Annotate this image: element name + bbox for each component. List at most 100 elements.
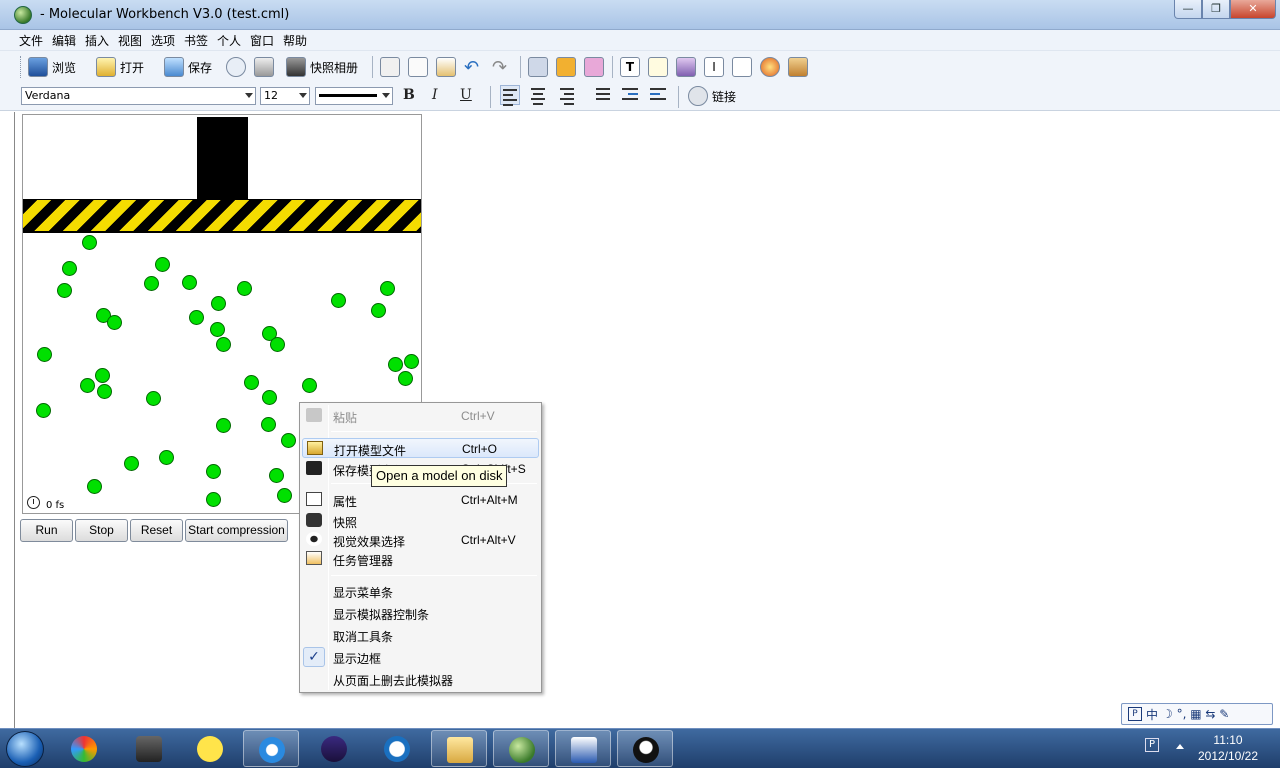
show-hidden-icons-icon[interactable] (1176, 744, 1184, 749)
atom[interactable] (331, 293, 346, 308)
atom[interactable] (80, 378, 95, 393)
atom[interactable] (206, 464, 221, 479)
undo-icon[interactable]: ↶ (464, 57, 484, 78)
atom[interactable] (82, 235, 97, 250)
reset-button[interactable]: Reset (130, 519, 183, 542)
save-button[interactable]: 保存 (164, 55, 212, 79)
open-button[interactable]: 打开 (96, 55, 144, 79)
menu-item-show-border[interactable]: ✓ 显示边框 (302, 647, 539, 667)
print-icon[interactable] (254, 57, 274, 77)
redo-icon[interactable]: ↷ (492, 57, 512, 78)
menu-edit[interactable]: 编辑 (52, 32, 76, 49)
minimize-button[interactable]: — (1174, 0, 1202, 19)
taskbar-app-k[interactable] (369, 730, 425, 767)
atom[interactable] (380, 281, 395, 296)
menu-options[interactable]: 选项 (151, 32, 175, 49)
checklist-icon[interactable] (648, 57, 668, 77)
tray-clock[interactable]: 11:10 2012/10/22 (1195, 732, 1261, 764)
paste-icon[interactable] (436, 57, 456, 77)
menu-personal[interactable]: 个人 (217, 32, 241, 49)
atom[interactable] (262, 390, 277, 405)
menu-item-show-sim-controls[interactable]: 显示模拟器控制条 (302, 603, 539, 623)
atom[interactable] (124, 456, 139, 471)
atom[interactable] (144, 276, 159, 291)
bold-button[interactable]: B (403, 87, 415, 103)
atom[interactable] (97, 384, 112, 399)
atom[interactable] (155, 257, 170, 272)
taskbar-app-qq[interactable] (617, 730, 673, 767)
package-icon[interactable] (788, 57, 808, 77)
menu-view[interactable]: 视图 (118, 32, 142, 49)
menu-file[interactable]: 文件 (19, 32, 43, 49)
menu-item-remove-simulator[interactable]: 从页面上删去此模拟器 (302, 669, 539, 689)
piston-handle[interactable] (197, 117, 248, 200)
find-icon[interactable] (226, 57, 246, 77)
tray-ime-icon[interactable]: P (1145, 738, 1159, 752)
cut-icon[interactable] (380, 57, 400, 77)
atom[interactable] (87, 479, 102, 494)
menu-item-open-model[interactable]: 打开模型文件 Ctrl+O (302, 438, 539, 458)
run-button[interactable]: Run (20, 519, 73, 542)
atom[interactable] (388, 357, 403, 372)
flower-image-icon[interactable] (584, 57, 604, 77)
taskbar-app-s[interactable] (121, 730, 177, 767)
ime-language-bar[interactable]: P 中 ☽ °, ▦ ⇆ ✎ (1121, 703, 1273, 725)
browse-button[interactable]: 浏览 (28, 55, 76, 79)
atom[interactable] (371, 303, 386, 318)
copy-icon[interactable] (408, 57, 428, 77)
text-box-icon[interactable]: T (620, 57, 640, 77)
text-field-icon[interactable]: I (704, 57, 724, 77)
menu-item-visual-effects[interactable]: 视觉效果选择 Ctrl+Alt+V (302, 530, 539, 550)
italic-button[interactable]: I (432, 87, 438, 103)
user-icon[interactable] (528, 57, 548, 77)
picture-icon[interactable] (676, 57, 696, 77)
atom[interactable] (57, 283, 72, 298)
atom[interactable] (302, 378, 317, 393)
atom[interactable] (159, 450, 174, 465)
font-family-select[interactable]: Verdana (21, 87, 256, 105)
menu-help[interactable]: 帮助 (283, 32, 307, 49)
taskbar-app-molecular-workbench[interactable] (493, 730, 549, 767)
menu-item-properties[interactable]: 属性 Ctrl+Alt+M (302, 490, 539, 510)
table-icon[interactable] (732, 57, 752, 77)
align-center-icon[interactable] (528, 85, 548, 105)
atom[interactable] (277, 488, 292, 503)
atom[interactable] (182, 275, 197, 290)
start-button[interactable] (6, 731, 44, 767)
atom[interactable] (398, 371, 413, 386)
bookmark-icon[interactable] (556, 57, 576, 77)
snapshot-album-button[interactable]: 快照相册 (286, 55, 358, 79)
outdent-icon[interactable] (648, 85, 668, 105)
underline-button[interactable]: U (460, 87, 472, 103)
align-left-icon[interactable] (500, 85, 520, 106)
menu-item-paste[interactable]: 粘贴 Ctrl+V (302, 406, 539, 426)
atom[interactable] (95, 368, 110, 383)
maximize-button[interactable]: ❐ (1202, 0, 1230, 19)
atom[interactable] (270, 337, 285, 352)
menu-insert[interactable]: 插入 (85, 32, 109, 49)
atom[interactable] (216, 337, 231, 352)
bullet-list-icon[interactable] (592, 85, 612, 105)
atom[interactable] (261, 417, 276, 432)
color-wheel-icon[interactable] (760, 57, 780, 77)
menu-window[interactable]: 窗口 (250, 32, 274, 49)
start-compression-button[interactable]: Start compression (185, 519, 288, 542)
font-size-select[interactable]: 12 (260, 87, 310, 105)
atom[interactable] (281, 433, 296, 448)
piston-plate[interactable] (23, 199, 421, 233)
menu-item-snapshot[interactable]: 快照 (302, 511, 539, 531)
link-button[interactable]: 链接 (688, 84, 736, 108)
atom[interactable] (37, 347, 52, 362)
ime-option-icons[interactable]: ☽ °, ▦ ⇆ ✎ (1162, 707, 1229, 721)
align-right-icon[interactable] (556, 85, 576, 105)
atom[interactable] (107, 315, 122, 330)
atom[interactable] (210, 322, 225, 337)
atom[interactable] (216, 418, 231, 433)
taskbar-app-explorer[interactable] (431, 730, 487, 767)
atom[interactable] (189, 310, 204, 325)
taskbar-app-word[interactable] (555, 730, 611, 767)
line-style-select[interactable] (315, 87, 393, 105)
atom[interactable] (146, 391, 161, 406)
menu-item-task-manager[interactable]: 任务管理器 (302, 549, 539, 569)
atom[interactable] (404, 354, 419, 369)
